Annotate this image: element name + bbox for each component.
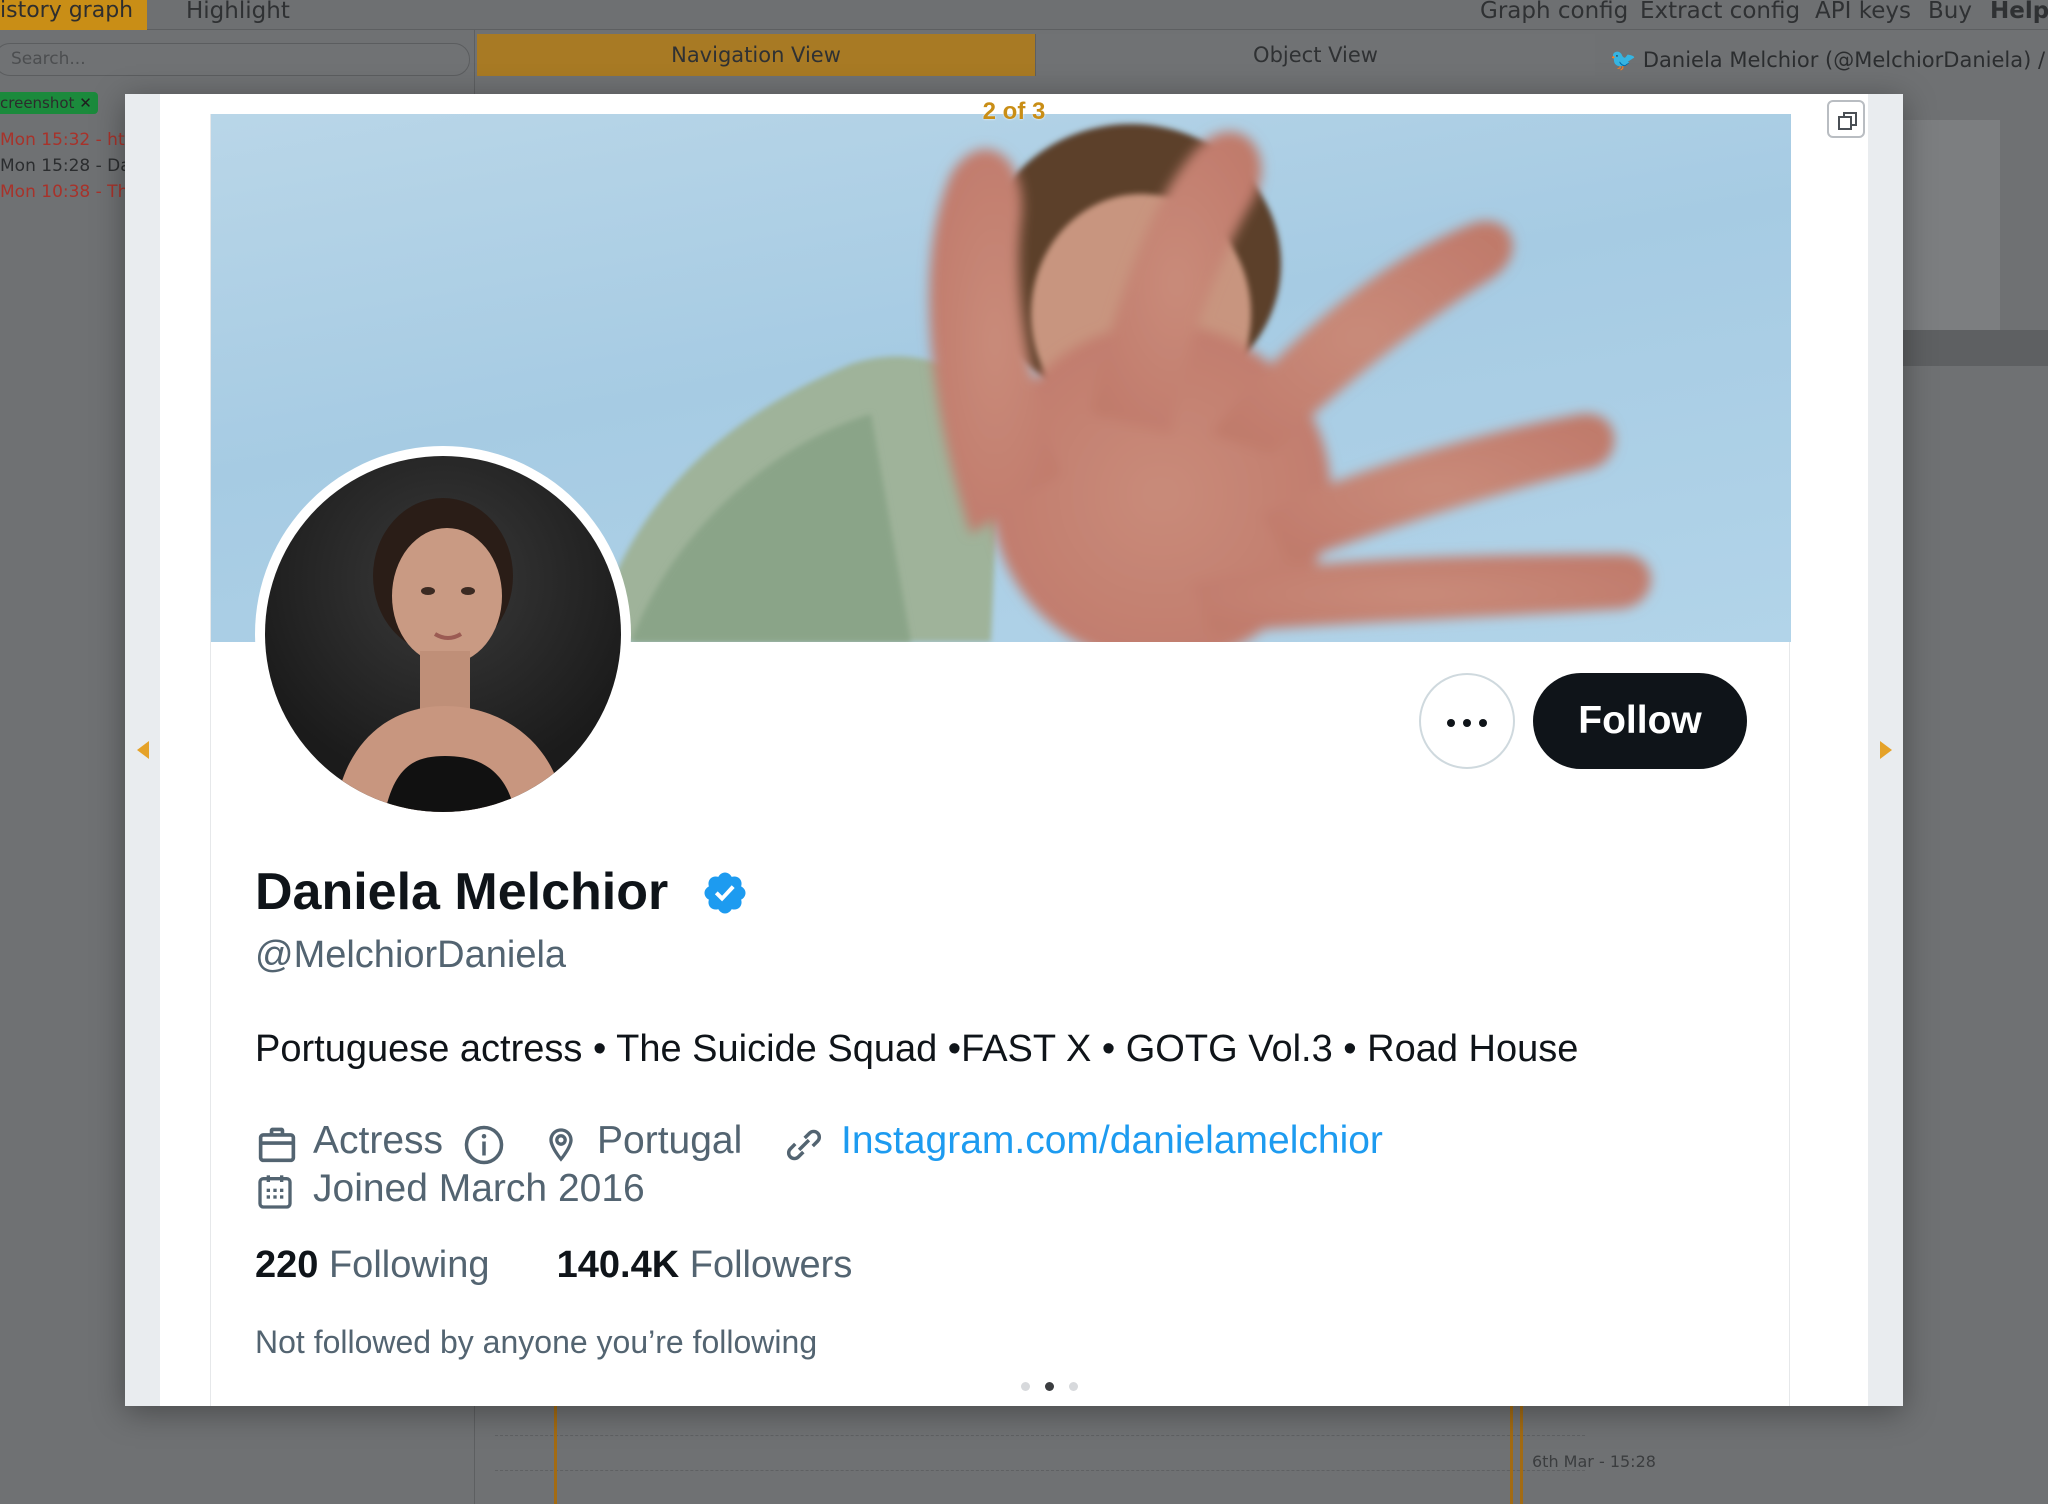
follow-button[interactable]: Follow (1533, 673, 1747, 769)
profile-joined: Joined March 2016 (255, 1164, 855, 1214)
timeline-marker (1520, 1404, 1523, 1504)
more-options-button[interactable] (1419, 673, 1515, 769)
top-menu-bar: istory graph Highlight Graph config Extr… (0, 0, 2048, 30)
restore-window-button[interactable] (1827, 100, 1865, 138)
profile-stats: 220 Following 140.4K Followers (255, 1244, 852, 1287)
briefcase-icon (258, 1127, 296, 1163)
tab-object-view[interactable]: Object View (1035, 34, 1595, 76)
search-input[interactable]: Search... (0, 43, 470, 76)
image-counter: 2 of 3 (982, 98, 1046, 125)
profile-meta: Actress Portugal Instagram.com/danielame… (255, 1116, 1655, 1166)
following-stat[interactable]: 220 Following (255, 1244, 490, 1286)
location-icon (549, 1128, 573, 1162)
tab-highlight[interactable]: Highlight (186, 0, 290, 24)
timeline-label: 6th Mar - 15:28 (1532, 1452, 1656, 1471)
filter-chip-label: creenshot (0, 94, 75, 112)
verified-badge-icon[interactable] (701, 869, 749, 917)
followed-by-note: Not followed by anyone you’re following (255, 1324, 818, 1360)
view-tabs: Navigation View Object View (477, 34, 1595, 76)
menu-help[interactable]: Help (1990, 0, 2048, 24)
profile-handle: @MelchiorDaniela (255, 934, 567, 976)
display-name: Daniela Melchior (255, 863, 669, 921)
profile-avatar[interactable] (255, 446, 631, 822)
followers-label: Followers (689, 1244, 853, 1286)
tab-navigation-view[interactable]: Navigation View (477, 34, 1035, 76)
menu-extract-config[interactable]: Extract config (1640, 0, 1800, 24)
restore-window-icon (1838, 112, 1857, 130)
followers-count: 140.4K (556, 1244, 680, 1286)
tab-history-graph[interactable]: istory graph (0, 0, 147, 30)
history-item[interactable]: Mon 10:38 - The (0, 182, 125, 202)
link-icon (786, 1129, 822, 1161)
calendar-icon (258, 1175, 292, 1209)
screenshot-lightbox: Follow Daniela Melchior @MelchiorDaniela… (125, 94, 1903, 1406)
more-icon-dot (1447, 719, 1455, 727)
carousel-dot-active[interactable] (1045, 1382, 1054, 1391)
timeline-gridline (495, 1470, 1585, 1471)
website-link[interactable]: Instagram.com/danielamelchior (841, 1116, 1383, 1166)
carousel-dot[interactable] (1069, 1382, 1078, 1391)
previous-arrow-icon[interactable] (137, 741, 149, 759)
thumbnail-selection (1900, 330, 2048, 366)
more-icon-dot (1479, 719, 1487, 727)
info-icon[interactable] (463, 1124, 505, 1166)
twitter-bird-icon: 🐦 (1610, 48, 1637, 72)
timeline-marker (1510, 1404, 1513, 1504)
more-icon-dot (1463, 719, 1471, 727)
timeline-marker (554, 1404, 557, 1504)
menu-graph-config[interactable]: Graph config (1480, 0, 1628, 24)
close-icon[interactable]: ✕ (79, 94, 92, 112)
profession-label: Actress (313, 1119, 444, 1162)
avatar-image (335, 498, 565, 812)
tab-label: istory graph (0, 0, 134, 23)
followers-stat[interactable]: 140.4K Followers (557, 1244, 853, 1286)
timeline-gridline (495, 1435, 1585, 1436)
filter-chip[interactable]: creenshot ✕ (0, 92, 98, 114)
twitter-profile: Follow Daniela Melchior @MelchiorDaniela… (210, 114, 1791, 1406)
location-label: Portugal (597, 1119, 743, 1162)
history-item[interactable]: Mon 15:28 - Dan (0, 156, 125, 176)
following-label: Following (328, 1244, 490, 1286)
carousel-dots (1015, 1380, 1085, 1394)
screenshot-frame: Follow Daniela Melchior @MelchiorDaniela… (160, 94, 1868, 1406)
joined-date: Joined March 2016 (313, 1167, 645, 1210)
next-arrow-icon[interactable] (1880, 741, 1892, 759)
page-thumbnail[interactable] (1900, 120, 2000, 350)
avatar (265, 456, 621, 812)
carousel-dot[interactable] (1021, 1382, 1030, 1391)
menu-api-keys[interactable]: API keys (1815, 0, 1911, 24)
following-count: 220 (255, 1244, 319, 1286)
page-title: Daniela Melchior (@MelchiorDaniela) / ..… (1642, 48, 2048, 72)
menu-buy[interactable]: Buy (1928, 0, 1972, 24)
right-panel-title: 🐦 Daniela Melchior (@MelchiorDaniela) / … (1610, 48, 2048, 73)
history-item[interactable]: Mon 15:32 - http (0, 130, 125, 150)
profile-bio: Portuguese actress • The Suicide Squad •… (255, 1028, 1579, 1070)
